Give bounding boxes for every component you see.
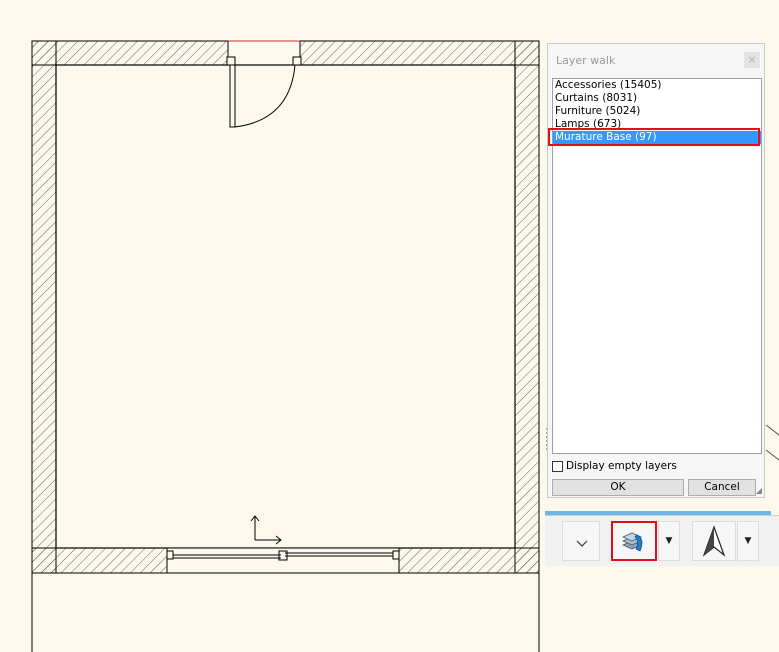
north-arrow-icon [702,525,726,557]
toolbar: ▼ ▼ [545,515,779,566]
display-empty-layers-option[interactable]: Display empty layers [552,459,677,473]
list-item[interactable]: Furniture (5024) [553,105,761,118]
display-empty-layers-checkbox[interactable] [552,460,563,472]
cancel-button[interactable]: Cancel [688,479,756,496]
room-walls [31,40,540,574]
north-arrow-button[interactable] [692,521,736,561]
ok-button[interactable]: OK [552,479,684,496]
display-empty-layers-label: Display empty layers [566,460,677,472]
window [166,547,400,574]
north-arrow-menu-button[interactable]: ▼ [737,521,759,561]
list-item[interactable]: Accessories (15405) [553,79,761,92]
caret-down-icon: ▼ [665,536,673,546]
close-icon[interactable]: × [744,52,760,68]
layer-walk-button[interactable] [611,521,657,561]
layer-walk-dialog: Layer walk × Accessories (15405) Curtain… [547,43,765,498]
list-item[interactable]: Curtains (8031) [553,92,761,105]
view-dropdown-button[interactable] [562,521,600,561]
selection-highlight-box [548,128,760,146]
chevron-down-icon [576,540,588,547]
resize-grip-icon[interactable]: ◢ [756,486,762,495]
dialog-title: Layer walk [556,54,616,67]
caret-down-icon: ▼ [744,536,752,546]
layer-walk-menu-button[interactable]: ▼ [658,521,680,561]
layers-icon [622,532,643,552]
lower-room-outline [31,573,540,652]
